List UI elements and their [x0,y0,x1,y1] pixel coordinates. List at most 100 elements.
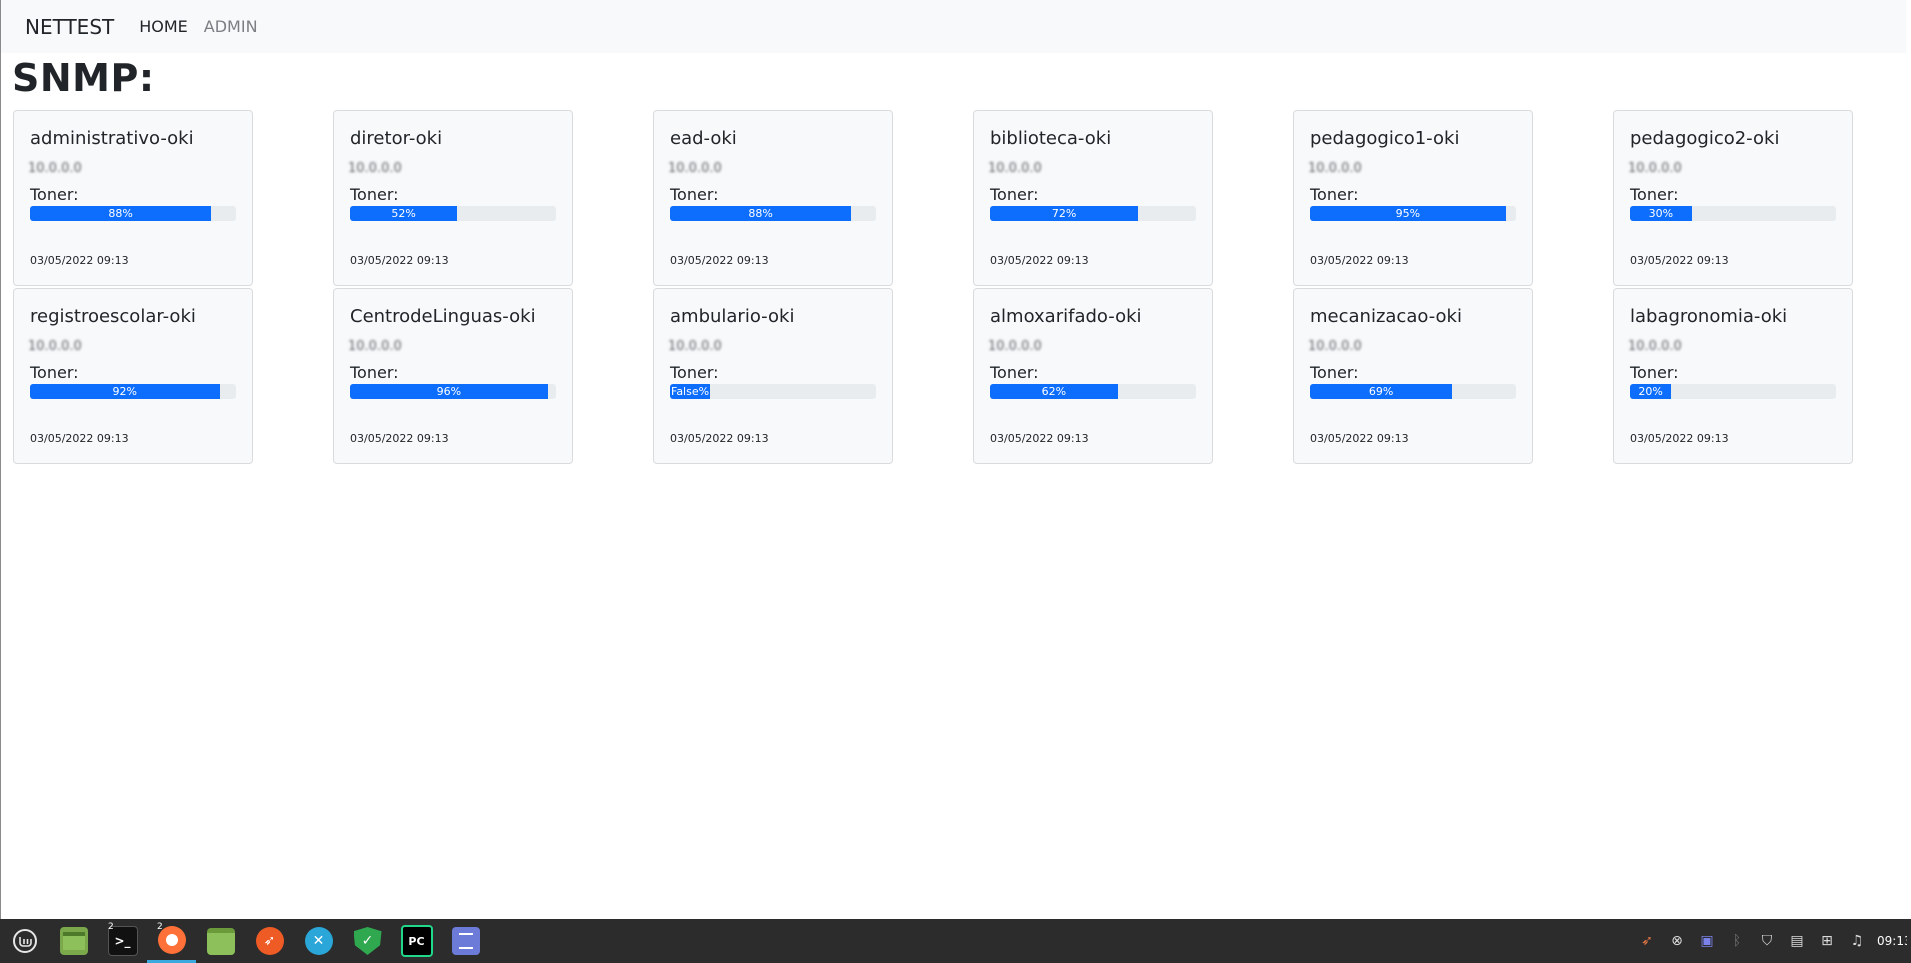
toner-bar: False% [670,384,711,399]
system-taskbar: 2 >_ 2 ➶ ✕ ✓ PC ➶ ⊗ ▣ ᛒ ⛉ ▤ ⊞ ♫ 09:1 [0,919,1911,963]
toner-label: Toner: [30,363,79,382]
printer-name: pedagogico1-oki [1310,128,1460,149]
toner-progress: 92% [30,384,236,399]
toner-progress: 52% [350,206,556,221]
printer-ip-redacted: 10.0.0.0 [1628,339,1682,354]
printer-ip-redacted: 10.0.0.0 [668,161,722,176]
printer-ip-redacted: 10.0.0.0 [988,339,1042,354]
sound-icon[interactable]: ♫ [1847,931,1867,951]
toner-bar: 88% [30,206,212,221]
toner-bar: 92% [30,384,220,399]
printer-name: pedagogico2-oki [1630,128,1780,149]
printer-ip-redacted: 10.0.0.0 [348,161,402,176]
printer-card: diretor-oki 10.0.0.0 Toner: 52% 03/05/20… [333,110,573,286]
toner-bar: 30% [1630,206,1692,221]
brand-link[interactable]: NETTEST [25,15,114,39]
printer-ip-redacted: 10.0.0.0 [28,339,82,354]
printer-ip-redacted: 10.0.0.0 [348,339,402,354]
toner-progress: 88% [670,206,876,221]
printer-ip-redacted: 10.0.0.0 [988,161,1042,176]
updated-timestamp: 03/05/2022 09:13 [350,432,449,445]
files-icon[interactable] [196,919,245,963]
shield-tray-icon[interactable]: ⛉ [1757,931,1777,951]
updated-timestamp: 03/05/2022 09:13 [990,432,1089,445]
toner-label: Toner: [30,185,79,204]
show-desktop-icon[interactable] [49,919,98,963]
toner-progress: 20% [1630,384,1836,399]
printer-ip-redacted: 10.0.0.0 [1308,339,1362,354]
toner-label: Toner: [990,185,1039,204]
remote-desktop-tray-icon[interactable]: ⊗ [1667,931,1687,951]
page-title: SNMP: [12,56,155,100]
printer-name: CentrodeLinguas-oki [350,306,536,327]
updated-timestamp: 03/05/2022 09:13 [1310,432,1409,445]
toner-bar: 95% [1310,206,1506,221]
updated-timestamp: 03/05/2022 09:13 [1310,254,1409,267]
printer-card: labagronomia-oki 10.0.0.0 Toner: 20% 03/… [1613,288,1853,464]
updated-timestamp: 03/05/2022 09:13 [350,254,449,267]
text-editor-icon[interactable] [441,919,490,963]
printer-name: mecanizacao-oki [1310,306,1462,327]
printer-card: biblioteca-oki 10.0.0.0 Toner: 72% 03/05… [973,110,1213,286]
pycharm-icon[interactable]: PC [392,919,441,963]
clock[interactable]: 09:13 [1877,934,1907,948]
printer-card: pedagogico2-oki 10.0.0.0 Toner: 30% 03/0… [1613,110,1853,286]
printer-grid: administrativo-oki 10.0.0.0 Toner: 88% 0… [13,110,1853,464]
updated-timestamp: 03/05/2022 09:13 [1630,432,1729,445]
toner-label: Toner: [350,185,399,204]
toner-bar: 62% [990,384,1118,399]
printer-name: labagronomia-oki [1630,306,1788,327]
top-navbar: NETTEST HOME ADMIN [1,0,1906,53]
toner-progress: 62% [990,384,1196,399]
printer-ip-redacted: 10.0.0.0 [668,339,722,354]
toner-bar: 96% [350,384,548,399]
postman-tray-icon[interactable]: ➶ [1637,931,1657,951]
toner-progress: 88% [30,206,236,221]
bluetooth-icon[interactable]: ᛒ [1727,931,1747,951]
printer-card: ead-oki 10.0.0.0 Toner: 88% 03/05/2022 0… [653,110,893,286]
toner-bar: 88% [670,206,852,221]
printer-name: registroescolar-oki [30,306,196,327]
vpn-shield-icon[interactable]: ✓ [343,919,392,963]
updated-timestamp: 03/05/2022 09:13 [1630,254,1729,267]
network-icon[interactable]: ⊞ [1817,931,1837,951]
firefox-icon[interactable]: 2 [147,919,196,963]
updated-timestamp: 03/05/2022 09:13 [670,432,769,445]
toner-bar: 69% [1310,384,1453,399]
window-edge [0,0,1,919]
printer-card: ambulario-oki 10.0.0.0 Toner: False% 03/… [653,288,893,464]
clipboard-icon[interactable]: ▤ [1787,931,1807,951]
toner-bar: 20% [1630,384,1672,399]
terminal-icon[interactable]: 2 >_ [98,919,147,963]
updated-timestamp: 03/05/2022 09:13 [30,432,129,445]
postman-icon[interactable]: ➶ [245,919,294,963]
printer-ip-redacted: 10.0.0.0 [1628,161,1682,176]
toner-label: Toner: [670,185,719,204]
toner-bar: 72% [990,206,1139,221]
printer-card: registroescolar-oki 10.0.0.0 Toner: 92% … [13,288,253,464]
printer-card: almoxarifado-oki 10.0.0.0 Toner: 62% 03/… [973,288,1213,464]
toner-label: Toner: [1630,363,1679,382]
printer-card: mecanizacao-oki 10.0.0.0 Toner: 69% 03/0… [1293,288,1533,464]
updated-timestamp: 03/05/2022 09:13 [670,254,769,267]
mint-menu-icon[interactable] [0,919,49,963]
remote-desktop-icon[interactable]: ✕ [294,919,343,963]
printer-ip-redacted: 10.0.0.0 [28,161,82,176]
printer-name: administrativo-oki [30,128,194,149]
printer-card: CentrodeLinguas-oki 10.0.0.0 Toner: 96% … [333,288,573,464]
toner-progress: 95% [1310,206,1516,221]
toner-label: Toner: [1310,363,1359,382]
printer-name: ambulario-oki [670,306,795,327]
toner-label: Toner: [350,363,399,382]
nav-admin-link[interactable]: ADMIN [204,17,258,36]
teams-tray-icon[interactable]: ▣ [1697,931,1717,951]
printer-card: pedagogico1-oki 10.0.0.0 Toner: 95% 03/0… [1293,110,1533,286]
printer-name: biblioteca-oki [990,128,1112,149]
toner-label: Toner: [990,363,1039,382]
toner-label: Toner: [670,363,719,382]
toner-progress: 30% [1630,206,1836,221]
toner-label: Toner: [1310,185,1359,204]
toner-bar: 52% [350,206,458,221]
nav-home-link[interactable]: HOME [139,17,188,36]
printer-name: almoxarifado-oki [990,306,1142,327]
